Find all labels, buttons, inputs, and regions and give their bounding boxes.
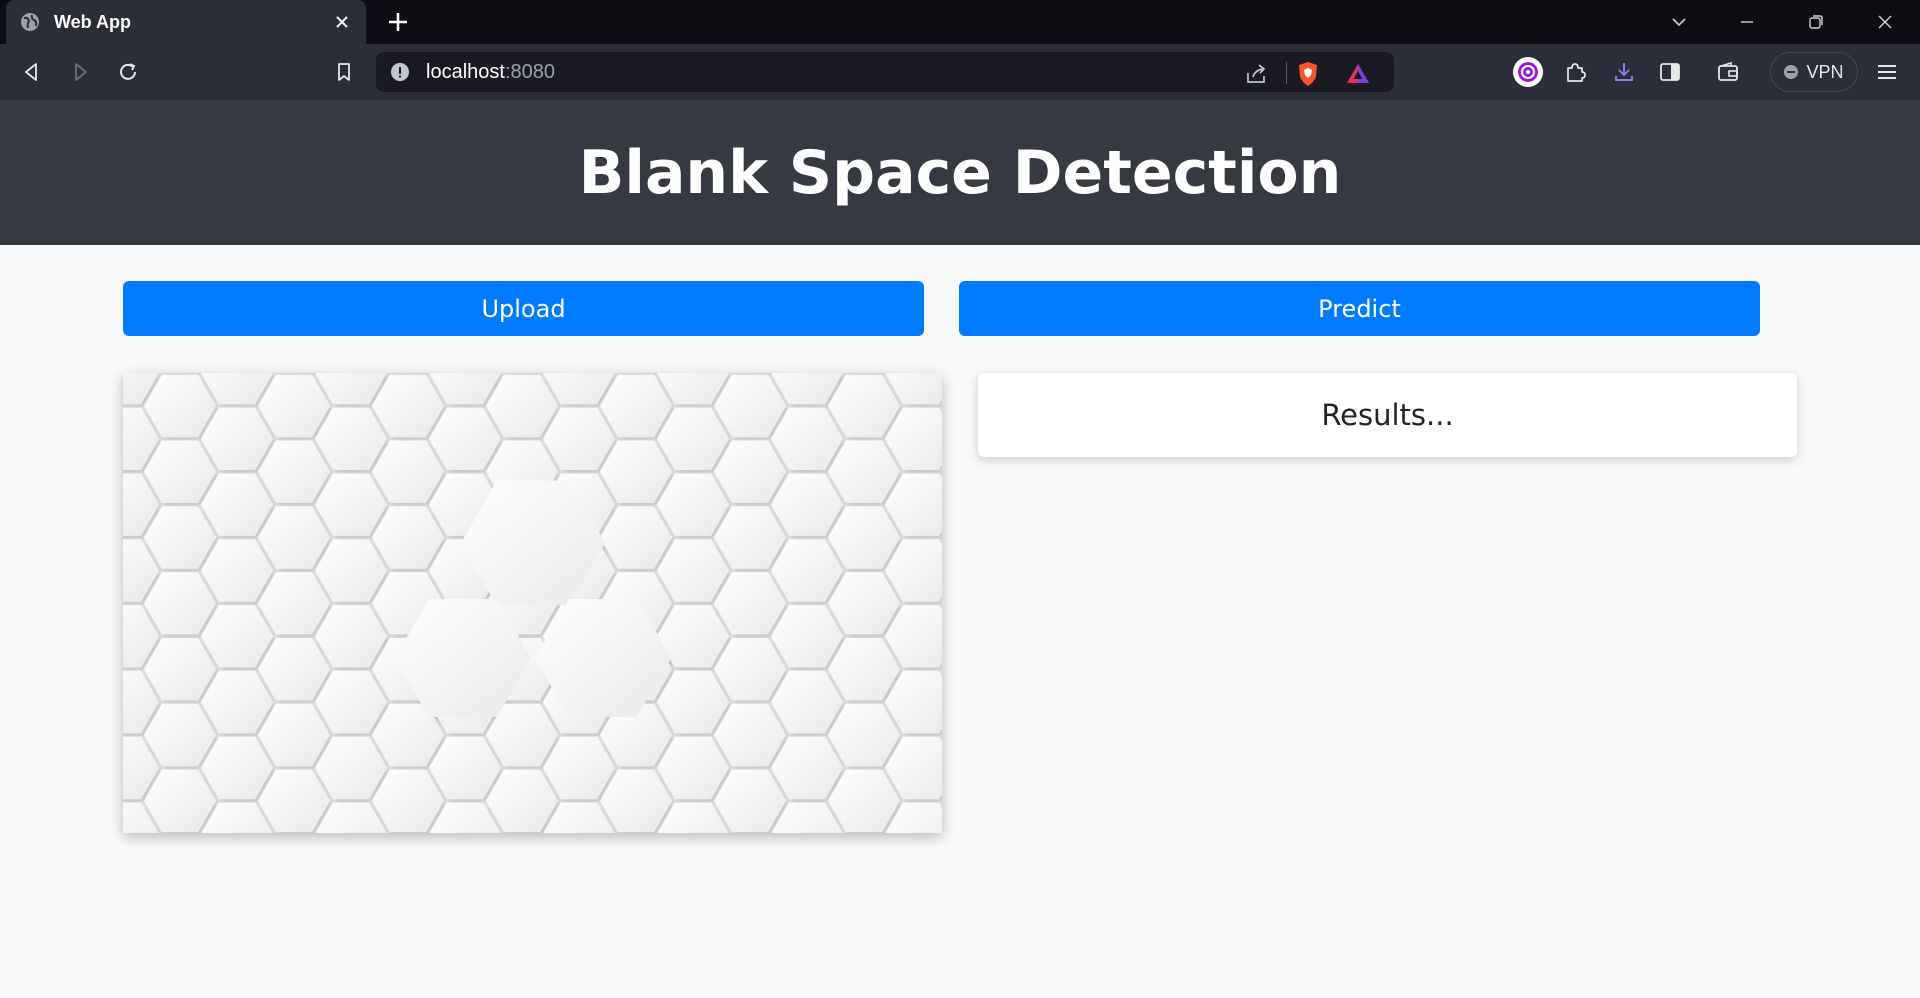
back-icon[interactable] — [18, 58, 46, 86]
sidebar-toggle-icon[interactable] — [1656, 58, 1684, 86]
bookmark-icon[interactable] — [330, 58, 358, 86]
predict-button[interactable]: Predict — [959, 281, 1760, 336]
extensions-puzzle-icon[interactable] — [1561, 58, 1589, 86]
upload-button[interactable]: Upload — [123, 281, 924, 336]
menu-hamburger-icon[interactable] — [1873, 58, 1901, 86]
address-port: :8080 — [504, 60, 555, 83]
wallet-icon[interactable] — [1714, 58, 1742, 86]
close-tab-icon[interactable] — [332, 12, 352, 32]
results-text: Results... — [1321, 398, 1454, 432]
results-panel: Results... — [978, 373, 1797, 457]
site-info-icon[interactable] — [390, 62, 410, 82]
page-header: Blank Space Detection — [0, 100, 1920, 245]
share-icon[interactable] — [1242, 60, 1270, 88]
brave-rewards-icon[interactable] — [1344, 60, 1372, 88]
ai-assistant-icon[interactable] — [1512, 56, 1544, 88]
page-title: Blank Space Detection — [578, 137, 1342, 208]
restore-icon[interactable] — [1802, 8, 1830, 36]
browser-tab-strip: Web App — [0, 0, 1920, 44]
forward-icon[interactable] — [66, 58, 94, 86]
address-divider — [1286, 62, 1287, 84]
browser-tab-web-app[interactable]: Web App — [6, 0, 366, 44]
reload-icon[interactable] — [114, 58, 142, 86]
new-tab-plus-icon[interactable] — [386, 10, 410, 34]
vpn-button[interactable]: VPN — [1770, 52, 1858, 92]
vpn-status-icon — [1784, 65, 1799, 79]
browser-toolbar: localhost:8080 VPN — [0, 44, 1920, 100]
tab-search-chevron-icon[interactable] — [1665, 8, 1693, 36]
brave-shields-icon[interactable] — [1294, 60, 1322, 88]
hexagon-pattern-image — [123, 373, 942, 833]
download-icon[interactable] — [1610, 58, 1638, 86]
uploaded-image-preview — [123, 373, 942, 833]
address-host: localhost — [426, 60, 505, 83]
globe-icon — [20, 12, 40, 32]
tab-title: Web App — [54, 11, 131, 32]
address-bar[interactable]: localhost:8080 — [376, 52, 1394, 92]
close-window-icon[interactable] — [1871, 8, 1899, 36]
vpn-label: VPN — [1806, 61, 1844, 82]
minimize-icon[interactable] — [1733, 8, 1761, 36]
